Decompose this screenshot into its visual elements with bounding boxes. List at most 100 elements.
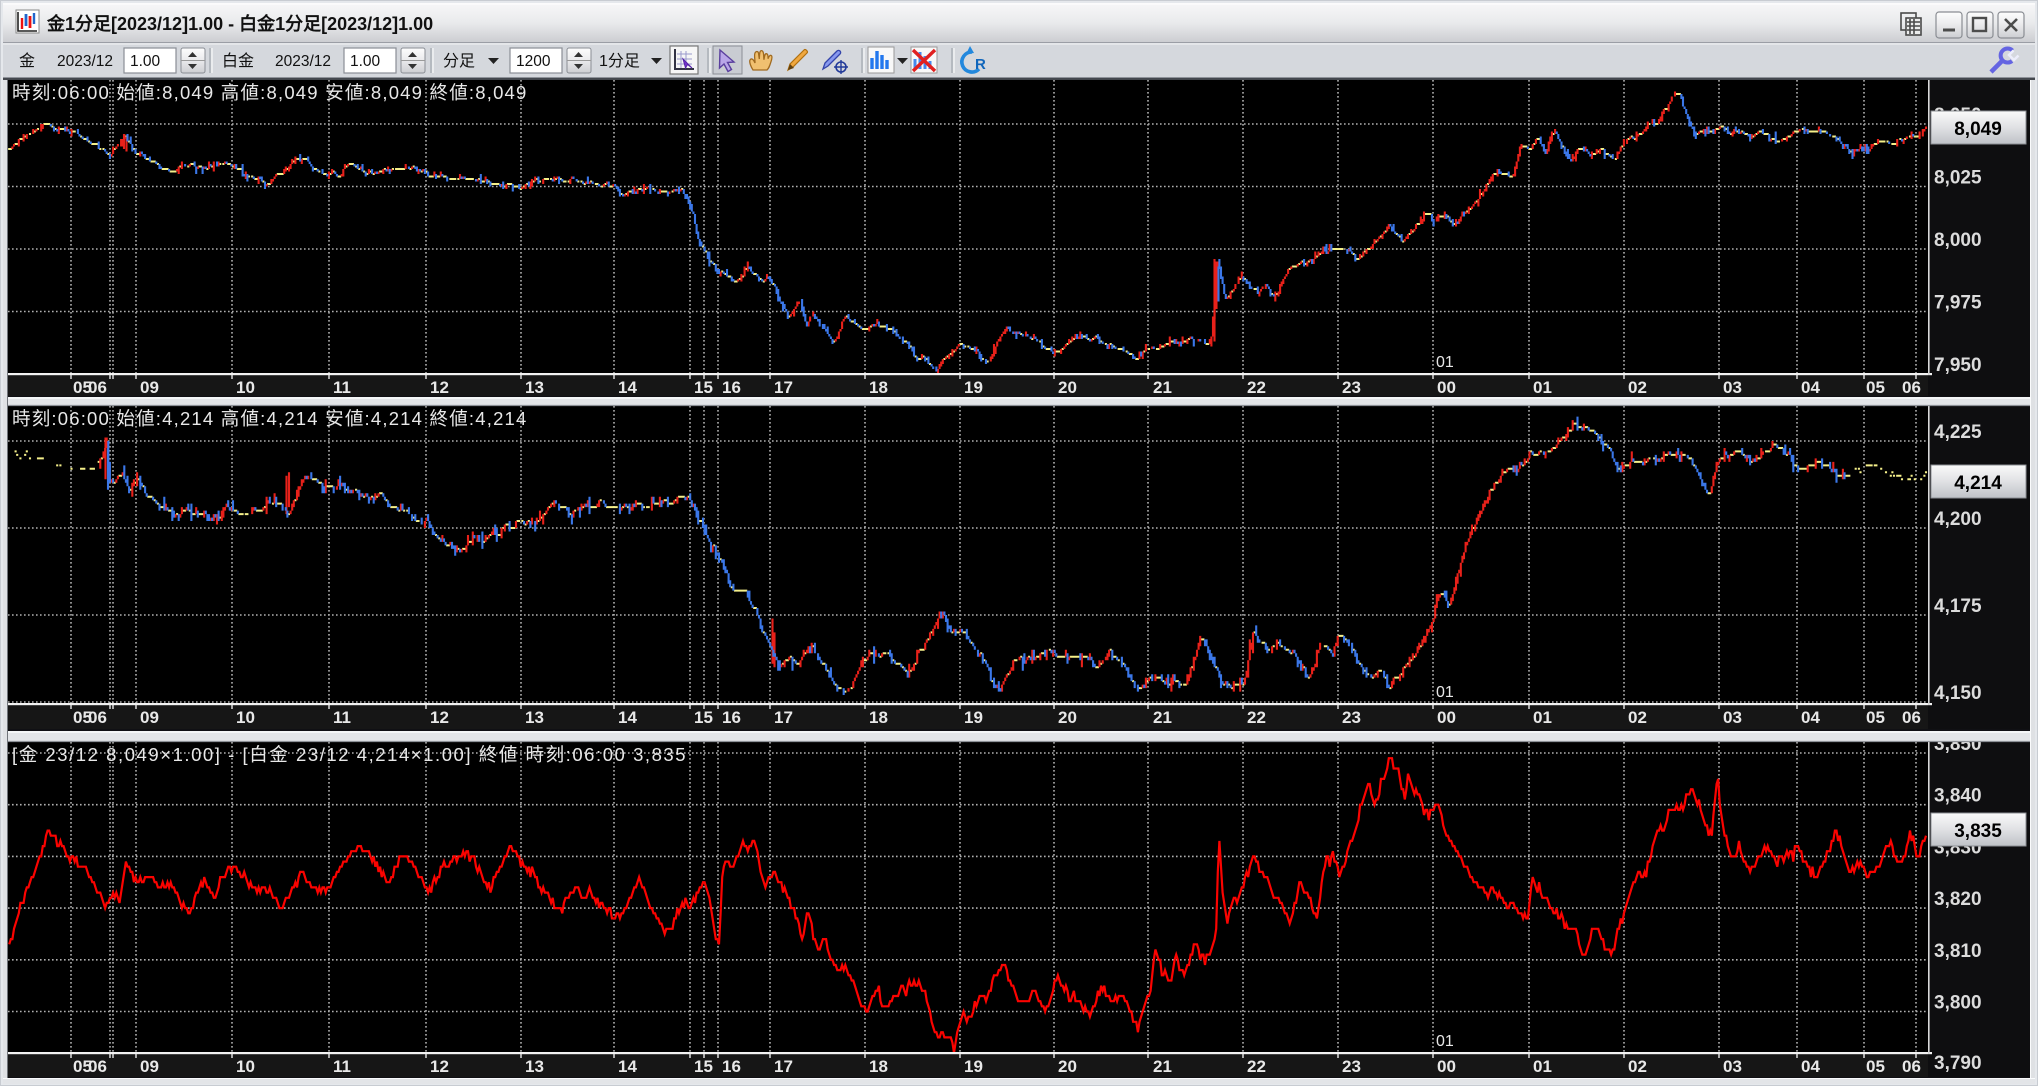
svg-text:7,975: 7,975 — [1934, 293, 1982, 314]
svg-text:02: 02 — [1628, 708, 1647, 727]
svg-text:4,200: 4,200 — [1934, 509, 1982, 530]
svg-text:20: 20 — [1058, 378, 1077, 397]
svg-text:3,820: 3,820 — [1934, 889, 1982, 910]
svg-text:分足: 分足 — [443, 52, 475, 70]
svg-text:14: 14 — [618, 1057, 637, 1076]
svg-text:15: 15 — [694, 378, 713, 397]
svg-text:11: 11 — [333, 378, 351, 397]
svg-text:09: 09 — [140, 708, 159, 727]
svg-text:09: 09 — [140, 378, 159, 397]
svg-text:10: 10 — [236, 708, 255, 727]
svg-text:06: 06 — [88, 1057, 107, 1076]
svg-text:18: 18 — [869, 708, 888, 727]
svg-text:21: 21 — [1153, 708, 1172, 727]
svg-text:01: 01 — [1533, 708, 1552, 727]
svg-text:8,000: 8,000 — [1934, 230, 1982, 251]
svg-text:09: 09 — [140, 1057, 159, 1076]
svg-text:04: 04 — [1801, 1057, 1820, 1076]
svg-text:時刻:06:00 始値:8,049 高値:8,049: 時刻:06:00 始値:8,049 高値:8,049 安値:8,049 終値:8… — [12, 82, 528, 103]
svg-text:4,225: 4,225 — [1934, 422, 1982, 443]
svg-text:04: 04 — [1801, 378, 1820, 397]
svg-text:01: 01 — [1533, 378, 1552, 397]
svg-text:19: 19 — [964, 1057, 983, 1076]
svg-text:03: 03 — [1723, 708, 1742, 727]
svg-text:21: 21 — [1153, 378, 1172, 397]
svg-text:03: 03 — [1723, 1057, 1742, 1076]
svg-text:22: 22 — [1247, 378, 1266, 397]
svg-text:[金 23/12 8,049×1.00] - [白金 23/: [金 23/12 8,049×1.00] - [白金 23/12 4,214×1… — [12, 744, 687, 765]
svg-text:06: 06 — [1902, 378, 1921, 397]
svg-text:06: 06 — [1902, 1057, 1921, 1076]
svg-text:7,950: 7,950 — [1934, 355, 1982, 376]
svg-text:12: 12 — [430, 1057, 449, 1076]
svg-text:05: 05 — [1866, 378, 1885, 397]
svg-text:金1分足[2023/12]1.00 - 白金1分足[2023: 金1分足[2023/12]1.00 - 白金1分足[2023/12]1.00 — [46, 13, 433, 34]
svg-text:14: 14 — [618, 378, 637, 397]
svg-text:11: 11 — [333, 708, 351, 727]
svg-text:20: 20 — [1058, 708, 1077, 727]
svg-text:21: 21 — [1153, 1057, 1172, 1076]
svg-text:23: 23 — [1342, 378, 1361, 397]
svg-text:22: 22 — [1247, 708, 1266, 727]
svg-text:16: 16 — [722, 378, 741, 397]
svg-text:01: 01 — [1436, 1033, 1454, 1050]
svg-text:23: 23 — [1342, 708, 1361, 727]
svg-text:11: 11 — [333, 1057, 351, 1076]
svg-text:19: 19 — [964, 378, 983, 397]
svg-text:1.00: 1.00 — [350, 53, 381, 70]
svg-text:13: 13 — [525, 378, 544, 397]
svg-text:3,790: 3,790 — [1934, 1053, 1982, 1074]
svg-text:3,810: 3,810 — [1934, 941, 1982, 962]
svg-text:1分足: 1分足 — [599, 52, 640, 70]
svg-text:00: 00 — [1437, 708, 1456, 727]
svg-text:17: 17 — [774, 378, 793, 397]
svg-text:15: 15 — [694, 708, 713, 727]
svg-text:15: 15 — [694, 1057, 713, 1076]
svg-text:01: 01 — [1436, 684, 1454, 701]
svg-text:17: 17 — [774, 1057, 793, 1076]
svg-text:8,049: 8,049 — [1954, 119, 2002, 140]
svg-text:00: 00 — [1437, 1057, 1456, 1076]
svg-text:3,800: 3,800 — [1934, 993, 1982, 1014]
svg-text:1200: 1200 — [516, 53, 551, 70]
svg-text:3,840: 3,840 — [1934, 786, 1982, 807]
svg-text:4,175: 4,175 — [1934, 596, 1982, 617]
svg-text:01: 01 — [1436, 354, 1454, 371]
svg-text:20: 20 — [1058, 1057, 1077, 1076]
svg-text:01: 01 — [1533, 1057, 1552, 1076]
svg-text:2023/12: 2023/12 — [275, 53, 331, 70]
svg-text:18: 18 — [869, 1057, 888, 1076]
svg-text:19: 19 — [964, 708, 983, 727]
svg-text:03: 03 — [1723, 378, 1742, 397]
svg-text:金: 金 — [19, 52, 35, 70]
svg-text:23: 23 — [1342, 1057, 1361, 1076]
svg-text:17: 17 — [774, 708, 793, 727]
svg-text:06: 06 — [88, 708, 107, 727]
svg-text:13: 13 — [525, 708, 544, 727]
svg-text:10: 10 — [236, 378, 255, 397]
svg-text:02: 02 — [1628, 1057, 1647, 1076]
svg-text:4,214: 4,214 — [1954, 473, 2002, 494]
svg-text:05: 05 — [1866, 708, 1885, 727]
svg-text:時刻:06:00 始値:4,214 高値:4,214: 時刻:06:00 始値:4,214 高値:4,214 安値:4,214 終値:4… — [12, 408, 528, 429]
svg-text:4,150: 4,150 — [1934, 683, 1982, 704]
svg-text:13: 13 — [525, 1057, 544, 1076]
svg-text:12: 12 — [430, 378, 449, 397]
svg-text:12: 12 — [430, 708, 449, 727]
svg-text:1.00: 1.00 — [130, 53, 161, 70]
svg-text:3,835: 3,835 — [1954, 821, 2002, 842]
svg-text:白金: 白金 — [222, 52, 254, 70]
svg-text:06: 06 — [88, 378, 107, 397]
svg-text:R: R — [975, 56, 986, 73]
svg-text:02: 02 — [1628, 378, 1647, 397]
svg-text:10: 10 — [236, 1057, 255, 1076]
svg-text:00: 00 — [1437, 378, 1456, 397]
svg-text:16: 16 — [722, 1057, 741, 1076]
svg-text:16: 16 — [722, 708, 741, 727]
svg-text:04: 04 — [1801, 708, 1820, 727]
svg-text:22: 22 — [1247, 1057, 1266, 1076]
svg-text:2023/12: 2023/12 — [57, 53, 113, 70]
svg-text:05: 05 — [1866, 1057, 1885, 1076]
svg-text:14: 14 — [618, 708, 637, 727]
svg-text:8,025: 8,025 — [1934, 168, 1982, 189]
